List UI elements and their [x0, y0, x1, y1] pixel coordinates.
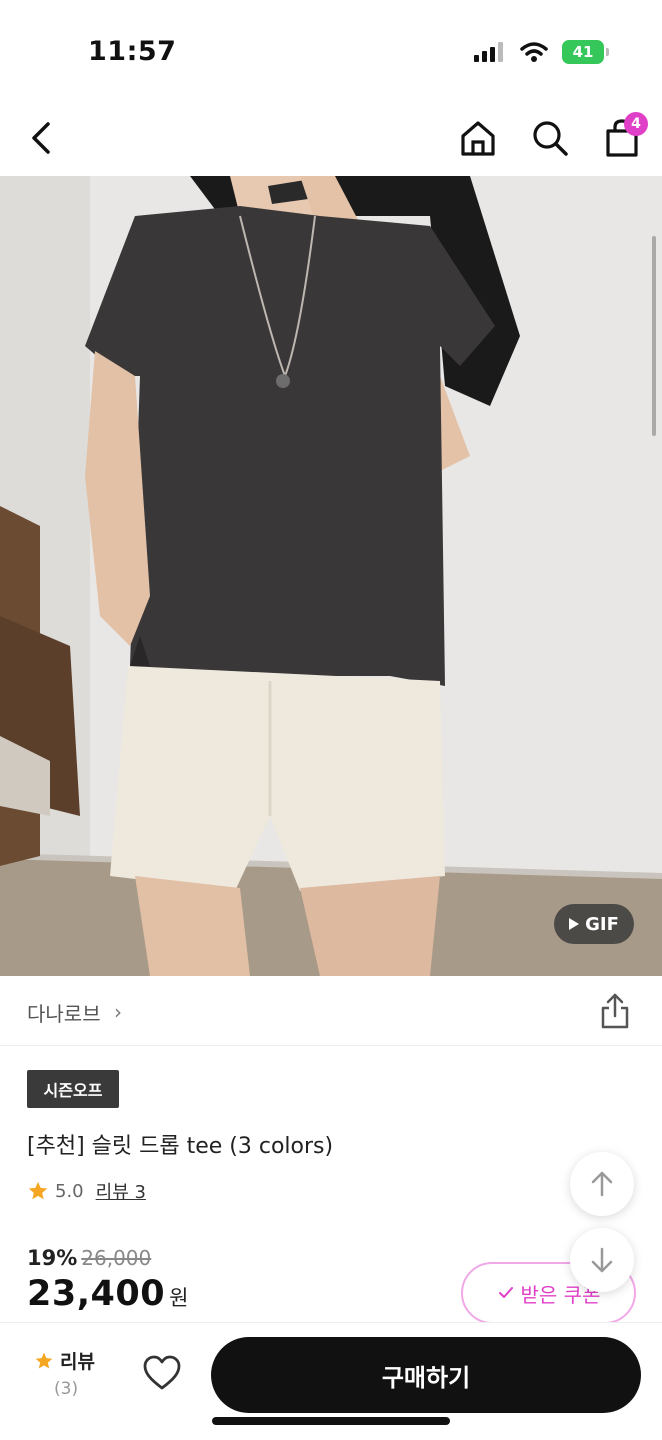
bottom-action-bar: 리뷰 (3) 구매하기 — [0, 1322, 662, 1440]
home-indicator — [212, 1417, 450, 1425]
cart-count-badge: 4 — [624, 112, 648, 136]
review-summary-label: 리뷰 — [60, 1351, 95, 1373]
rating-value: 5.0 — [55, 1180, 84, 1202]
currency-label: 원 — [169, 1286, 189, 1310]
price-row: 23,400 원 — [27, 1274, 188, 1314]
gif-badge[interactable]: GIF — [554, 904, 634, 944]
review-count: (3) — [54, 1379, 79, 1399]
heart-icon[interactable] — [140, 1351, 184, 1395]
back-arrow-icon[interactable] — [22, 116, 62, 160]
discount-rate: 19% — [27, 1246, 78, 1270]
home-icon[interactable] — [456, 116, 500, 160]
arrow-up-icon — [591, 1171, 613, 1197]
battery-level: 41 — [572, 43, 594, 61]
status-bar: 11:57 41 — [0, 0, 662, 100]
play-icon — [569, 918, 580, 930]
star-icon — [28, 1181, 48, 1200]
top-nav: 4 — [0, 100, 662, 176]
product-image[interactable]: GIF — [0, 176, 662, 976]
share-icon[interactable] — [598, 992, 632, 1030]
sale-price: 23,400 — [27, 1274, 166, 1314]
review-link[interactable]: 리뷰 3 — [96, 1178, 146, 1204]
gif-label: GIF — [585, 913, 619, 935]
buy-button[interactable]: 구매하기 — [211, 1337, 641, 1413]
image-scroll-indicator — [652, 236, 656, 436]
review-summary[interactable]: 리뷰 — [34, 1347, 95, 1374]
brand-name[interactable]: 다나로브 — [27, 998, 101, 1027]
wifi-icon — [520, 42, 548, 62]
star-icon — [35, 1352, 53, 1368]
cellular-signal-icon — [474, 42, 503, 62]
scroll-up-button[interactable] — [570, 1152, 634, 1216]
discount-row: 19% 26,000 — [27, 1246, 151, 1270]
arrow-down-icon — [591, 1247, 613, 1273]
brand-row[interactable]: 다나로브 › — [0, 976, 662, 1046]
rating-row: 5.0 리뷰 3 — [27, 1178, 146, 1204]
status-icons: 41 — [474, 40, 609, 64]
scroll-down-button[interactable] — [570, 1228, 634, 1292]
season-off-badge: 시즌오프 — [27, 1070, 119, 1108]
battery-charging-icon: 41 — [562, 40, 609, 64]
checkmark-icon — [498, 1287, 513, 1298]
chevron-right-icon: › — [114, 1000, 122, 1024]
product-photo — [0, 176, 662, 976]
product-title: [추천] 슬릿 드롭 tee (3 colors) — [27, 1134, 334, 1159]
search-icon[interactable] — [528, 116, 572, 160]
original-price: 26,000 — [81, 1246, 152, 1270]
status-time: 11:57 — [88, 36, 177, 67]
